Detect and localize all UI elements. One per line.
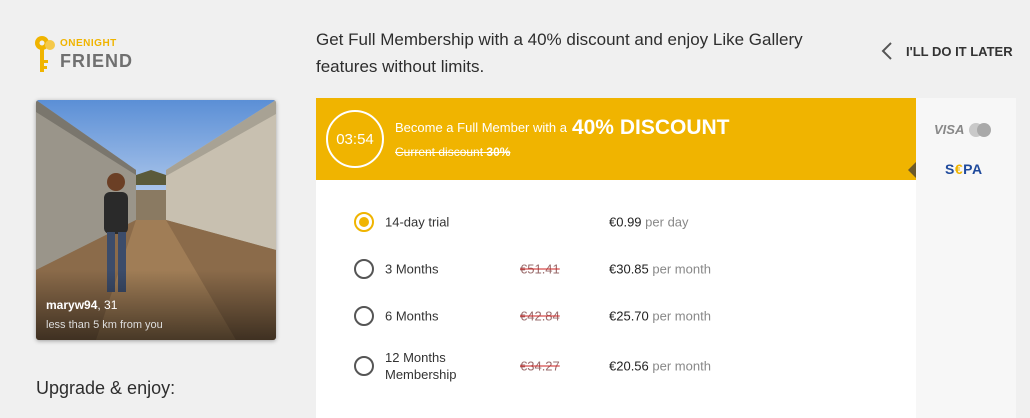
offer-panel: 03:54 Become a Full Member with a 40% DIS… bbox=[316, 98, 916, 418]
visa-logo: VISA bbox=[934, 122, 992, 137]
plan-name: 6 Months bbox=[385, 308, 439, 324]
banner-headline: Become a Full Member with a bbox=[395, 120, 567, 135]
plan-period: per month bbox=[652, 308, 711, 324]
promo-text: Get Full Membership with a 40% discount … bbox=[316, 30, 803, 76]
plan-old-price: €51.41 bbox=[520, 261, 560, 277]
logo-text-bottom: FRIEND bbox=[60, 51, 133, 71]
plan-option-12-months[interactable]: 12 Months Membership €34.27 €20.56 per m… bbox=[354, 346, 894, 386]
countdown-timer: 03:54 bbox=[326, 110, 384, 168]
discount-banner: 03:54 Become a Full Member with a 40% DIS… bbox=[316, 98, 916, 180]
plan-price: €20.56 bbox=[609, 358, 649, 374]
plan-price: €30.85 bbox=[609, 261, 649, 277]
current-discount-label: Current discount bbox=[395, 145, 484, 159]
profile-username: maryw94 bbox=[46, 298, 98, 312]
plan-period: per month bbox=[652, 358, 711, 374]
sepa-logo: S€PA bbox=[945, 161, 983, 177]
chevron-left-icon bbox=[881, 42, 892, 60]
radio-button[interactable] bbox=[354, 259, 374, 279]
plan-old-price: €34.27 bbox=[520, 358, 560, 374]
current-discount-value: 30% bbox=[486, 145, 511, 159]
plan-option-3-months[interactable]: 3 Months €51.41 €30.85 per month bbox=[354, 249, 894, 289]
profile-distance: less than 5 km from you bbox=[46, 319, 163, 331]
site-logo[interactable]: ONENIGHT FRIEND bbox=[34, 34, 133, 74]
later-button[interactable]: I'LL DO IT LATER bbox=[880, 40, 1013, 62]
plan-name: 12 Months Membership bbox=[385, 350, 457, 382]
plan-period: per month bbox=[652, 261, 711, 277]
plan-name: 14-day trial bbox=[385, 214, 450, 230]
plan-price: €0.99 bbox=[609, 214, 642, 230]
payment-methods: VISA S€PA bbox=[916, 98, 1016, 418]
logo-text-top: ONENIGHT bbox=[60, 38, 117, 49]
plan-option-6-months[interactable]: 6 Months €42.84 €25.70 per month bbox=[354, 296, 894, 336]
radio-button[interactable] bbox=[354, 306, 374, 326]
visa-label: VISA bbox=[934, 122, 965, 137]
later-label: I'LL DO IT LATER bbox=[906, 43, 1013, 59]
upgrade-heading: Upgrade & enjoy: bbox=[36, 378, 176, 398]
plan-price: €25.70 bbox=[609, 308, 649, 324]
key-icon bbox=[34, 34, 56, 74]
plan-name: 3 Months bbox=[385, 261, 439, 277]
plan-option-trial[interactable]: 14-day trial €0.99 per day bbox=[354, 202, 894, 242]
mastercard-icon bbox=[969, 122, 992, 137]
profile-card[interactable]: maryw94, 31 less than 5 km from you bbox=[36, 100, 276, 340]
banner-discount: 40% DISCOUNT bbox=[571, 116, 730, 139]
profile-age: , 31 bbox=[97, 298, 118, 312]
radio-button[interactable] bbox=[354, 356, 374, 376]
radio-button[interactable] bbox=[354, 212, 374, 232]
notch-decoration bbox=[908, 162, 916, 178]
plan-old-price: €42.84 bbox=[520, 308, 560, 324]
plan-period: per day bbox=[645, 214, 689, 230]
